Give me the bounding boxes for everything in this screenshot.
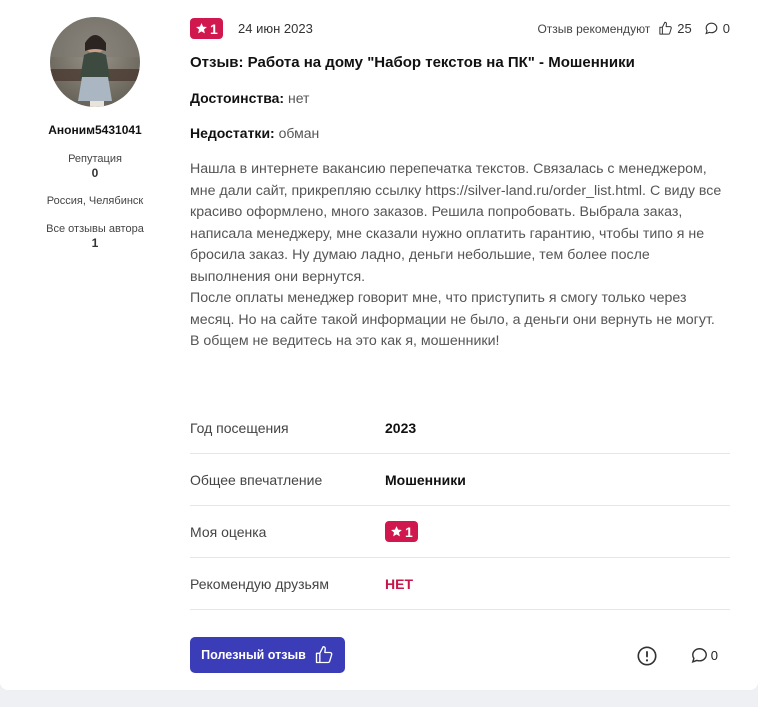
review-title: Отзыв: Работа на дому "Набор текстов на …: [190, 54, 635, 71]
fact-row-visit-year: Год посещения 2023: [190, 402, 730, 454]
review-paragraph: В общем не ведитесь на это как я, мошенн…: [190, 333, 500, 349]
star-icon: [196, 23, 207, 34]
rating-value: 1: [210, 20, 218, 37]
review-date: 24 июн 2023: [238, 21, 313, 36]
review-body: Нашла в интернете вакансию перепечатка т…: [190, 159, 732, 353]
useful-button-label: Полезный отзыв: [201, 648, 306, 662]
star-icon: [391, 526, 402, 537]
my-rating-value: 1: [405, 523, 413, 540]
review-paragraph: После оплаты менеджер говорит мне, что п…: [190, 290, 715, 328]
comment-bubble-icon: [691, 648, 707, 663]
review-paragraph: Нашла в интернете вакансию перепечатка т…: [190, 161, 722, 285]
recommend-info: Отзыв рекомендуют 25 0: [537, 21, 730, 36]
comments-count: 0: [722, 21, 730, 36]
fact-label: Общее впечатление: [190, 471, 323, 488]
likes-count: 25: [677, 21, 692, 36]
reputation-label: Репутация: [68, 153, 122, 165]
cons-value: обман: [278, 125, 320, 141]
cons-label: Недостатки:: [190, 125, 275, 141]
reputation-value: 0: [91, 166, 99, 180]
pros-label: Достоинства:: [190, 90, 285, 106]
author-name[interactable]: Аноним5431041: [0, 123, 190, 137]
fact-label: Рекомендую друзьям: [190, 575, 329, 592]
avatar[interactable]: [50, 17, 140, 107]
cons: Недостатки: обман: [190, 125, 319, 141]
all-reviews-count: 1: [91, 236, 99, 250]
fact-row-recommend: Рекомендую друзьям НЕТ: [190, 558, 730, 610]
pros: Достоинства: нет: [190, 90, 309, 106]
useful-review-button[interactable]: Полезный отзыв: [190, 637, 345, 673]
comments-button[interactable]: 0: [690, 646, 718, 665]
review-card: Аноним5431041 Репутация 0 Россия, Челяби…: [0, 0, 758, 690]
rating-badge: 1: [190, 18, 223, 39]
thumbs-up-icon: [315, 646, 333, 664]
fact-row-impression: Общее впечатление Мошенники: [190, 454, 730, 506]
all-reviews-link[interactable]: Все отзывы автора: [0, 223, 190, 235]
thumbs-up-icon[interactable]: [658, 21, 673, 36]
comment-bubble-icon[interactable]: [704, 21, 719, 36]
fact-value: НЕТ: [385, 575, 413, 592]
fact-value: 2023: [385, 419, 417, 436]
author-location: Россия, Челябинск: [46, 195, 144, 207]
fact-row-my-rating: Моя оценка 1: [190, 506, 730, 558]
recommend-label: Отзыв рекомендуют: [537, 21, 651, 36]
exclamation-circle-icon[interactable]: [636, 645, 658, 667]
fact-label: Моя оценка: [190, 523, 267, 540]
my-rating-badge: 1: [385, 521, 418, 542]
pros-value: нет: [288, 90, 310, 106]
fact-value: Мошенники: [385, 471, 466, 488]
review-facts: Год посещения 2023 Общее впечатление Мош…: [190, 402, 730, 610]
fact-label: Год посещения: [190, 419, 289, 436]
comments-count: 0: [710, 648, 718, 663]
